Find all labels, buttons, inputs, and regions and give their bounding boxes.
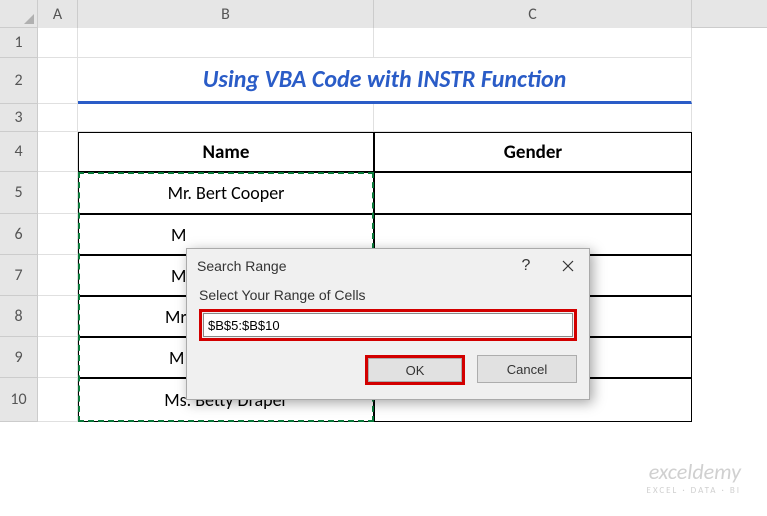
col-header-A[interactable]: A: [38, 0, 78, 28]
row-header-1[interactable]: 1: [0, 28, 38, 58]
dialog-prompt: Select Your Range of Cells: [199, 287, 577, 303]
table-header-gender[interactable]: Gender: [374, 132, 692, 172]
row-header-6[interactable]: 6: [0, 214, 38, 255]
row-headers: 1 2 3 4 5 6 7 8 9 10: [0, 28, 38, 422]
cell-B1[interactable]: [78, 28, 374, 58]
spreadsheet-grid: A B C 1 2 3 4 5 6 7 8 9 10 Using VBA Cod…: [0, 0, 767, 516]
cell-C1[interactable]: [374, 28, 692, 58]
cell-A3[interactable]: [38, 104, 78, 132]
cell-A7[interactable]: [38, 255, 78, 296]
table-row[interactable]: Mr. Bert Cooper: [78, 172, 374, 214]
cell-A1[interactable]: [38, 28, 78, 58]
row-header-3[interactable]: 3: [0, 104, 38, 132]
cancel-button[interactable]: Cancel: [477, 355, 577, 383]
row-header-10[interactable]: 10: [0, 378, 38, 422]
dialog-titlebar[interactable]: Search Range ?: [187, 249, 589, 283]
cell-A10[interactable]: [38, 378, 78, 422]
help-icon[interactable]: ?: [505, 249, 547, 283]
dialog-title: Search Range: [197, 258, 505, 274]
range-input[interactable]: [203, 313, 573, 337]
column-headers: A B C: [0, 0, 767, 28]
row-header-9[interactable]: 9: [0, 337, 38, 378]
ok-button-highlight: OK: [365, 355, 465, 385]
cell-A5[interactable]: [38, 172, 78, 214]
ok-button[interactable]: OK: [368, 358, 462, 382]
cell-A2[interactable]: [38, 58, 78, 104]
row-header-2[interactable]: 2: [0, 58, 38, 104]
input-dialog: Search Range ? Select Your Range of Cell…: [186, 248, 590, 400]
col-header-C[interactable]: C: [374, 0, 692, 28]
cell-C3[interactable]: [374, 104, 692, 132]
select-all-corner[interactable]: [0, 0, 38, 28]
row-header-7[interactable]: 7: [0, 255, 38, 296]
cell-B3[interactable]: [78, 104, 374, 132]
cell-A8[interactable]: [38, 296, 78, 337]
cell-A9[interactable]: [38, 337, 78, 378]
cell-A6[interactable]: [38, 214, 78, 255]
row-header-4[interactable]: 4: [0, 132, 38, 172]
col-header-B[interactable]: B: [78, 0, 374, 28]
row-header-8[interactable]: 8: [0, 296, 38, 337]
watermark-sub: EXCEL · DATA · BI: [647, 485, 741, 496]
cell-A4[interactable]: [38, 132, 78, 172]
dialog-input-highlight: [199, 309, 577, 341]
table-header-name[interactable]: Name: [78, 132, 374, 172]
watermark-main: exceldemy: [647, 458, 741, 485]
close-icon[interactable]: [547, 249, 589, 283]
page-title[interactable]: Using VBA Code with INSTR Function: [78, 58, 692, 104]
watermark: exceldemy EXCEL · DATA · BI: [647, 458, 741, 496]
table-row[interactable]: [374, 172, 692, 214]
row-header-5[interactable]: 5: [0, 172, 38, 214]
